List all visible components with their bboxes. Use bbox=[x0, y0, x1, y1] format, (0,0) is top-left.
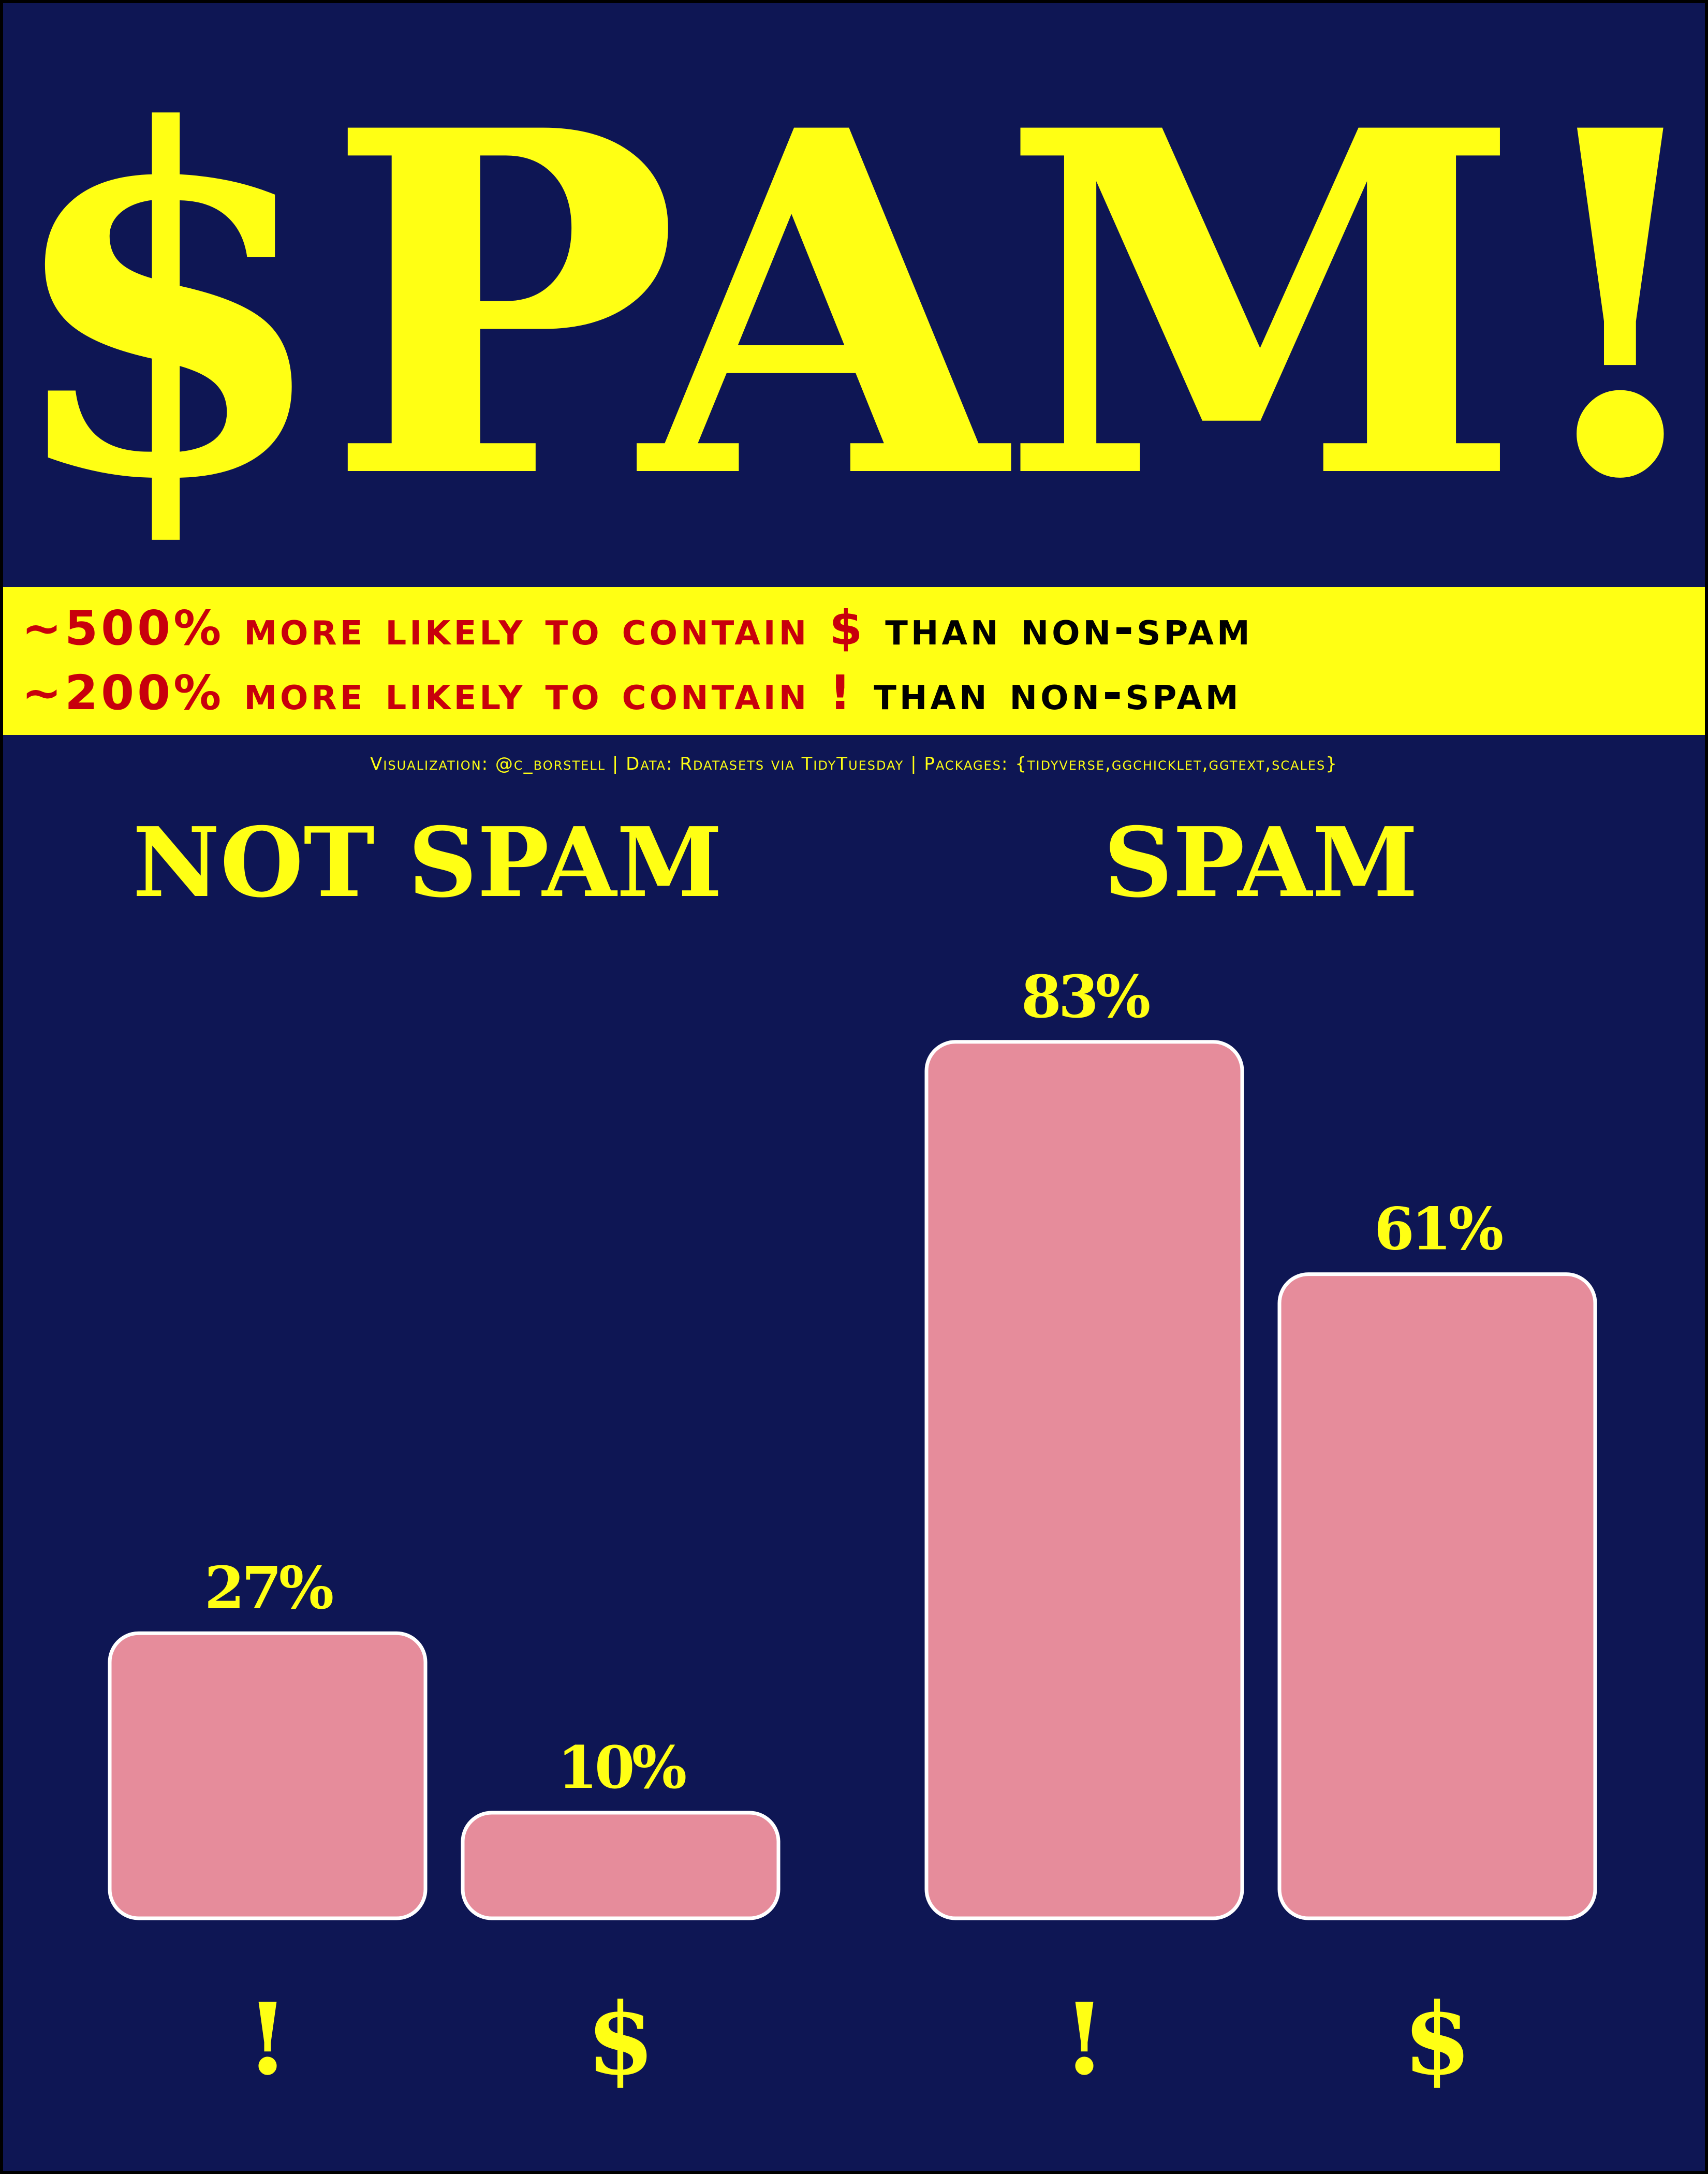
bar-spam-dollar bbox=[1277, 1272, 1597, 1920]
bar-label-spam-dollar: 61% bbox=[1374, 1196, 1503, 1264]
bar-not-spam-exclamation bbox=[108, 1631, 428, 1920]
bar-not-spam-dollar bbox=[461, 1811, 781, 1920]
bar-label-not-spam-dollar: 10% bbox=[557, 1734, 686, 1802]
x-tick-not-spam-exclamation: ! bbox=[246, 1981, 289, 2097]
x-tick-not-spam-dollar: $ bbox=[586, 1981, 655, 2097]
bar-spam-exclamation bbox=[924, 1040, 1244, 1920]
x-tick-spam-exclamation: ! bbox=[1063, 1981, 1106, 2097]
poster: $PAM! ~500% more likely to contain $ tha… bbox=[0, 0, 1708, 2174]
bar-label-spam-exclamation: 83% bbox=[1021, 963, 1150, 1031]
bar-label-not-spam-exclamation: 27% bbox=[204, 1554, 333, 1622]
bar-chart: 27%! 10% $83%! 61% $ bbox=[108, 963, 1597, 2097]
x-tick-spam-dollar: $ bbox=[1403, 1981, 1471, 2097]
